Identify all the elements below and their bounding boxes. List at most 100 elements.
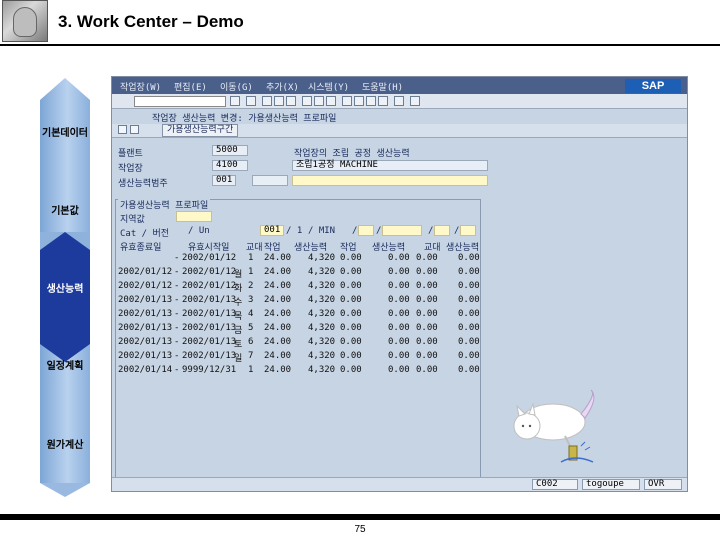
value-cell: 0.00 <box>340 365 362 375</box>
nav-item-scheduling[interactable]: 일정계획 <box>25 357 105 372</box>
company-logo <box>2 0 48 42</box>
valid-to-cell: 2002/01/13 <box>182 309 237 319</box>
capacity-cell: 4,320 <box>308 323 336 333</box>
value-cell: 0.00 <box>416 337 438 347</box>
hours-cell: 24.00 <box>264 281 292 291</box>
shift-cell: 4 <box>248 309 254 319</box>
table-row[interactable]: 2002/01/12 - 2002/01/12 월 1 24.00 4,320 … <box>112 265 682 280</box>
value-cell: 0.00 <box>388 281 410 291</box>
table-row[interactable]: 2002/01/13 - 2002/01/13 수 3 24.00 4,320 … <box>112 293 682 308</box>
shift-cell: 7 <box>248 351 254 361</box>
print-icon[interactable] <box>302 96 312 106</box>
menu-item[interactable]: 시스템(Y) <box>308 80 349 93</box>
new-session-icon[interactable] <box>394 96 404 106</box>
value-cell: 0.00 <box>340 267 362 277</box>
long-text-field[interactable] <box>292 175 488 186</box>
last-page-icon[interactable] <box>378 96 388 106</box>
shift-cell: 1 <box>248 365 254 375</box>
shift-cell: 1 <box>248 253 254 263</box>
slash-header: / <box>352 226 358 236</box>
menu-item[interactable]: 작업장(W) <box>120 80 161 93</box>
value-cell: 0.00 <box>458 365 480 375</box>
valid-to-cell: 2002/01/12 <box>182 281 237 291</box>
first-page-icon[interactable] <box>342 96 352 106</box>
value-cell: 0.00 <box>340 351 362 361</box>
slot-field[interactable] <box>358 225 374 236</box>
save-icon[interactable] <box>246 96 256 106</box>
capacity-cell: 4,320 <box>308 281 336 291</box>
value-cell: 0.00 <box>458 267 480 277</box>
slash-header: / <box>428 226 434 236</box>
server-status: togoupe <box>582 479 640 490</box>
active-version-field[interactable] <box>176 211 212 222</box>
table-row[interactable]: 2002/01/13 - 2002/01/13 일 7 24.00 4,320 … <box>112 349 682 364</box>
menu-item[interactable]: 편집(E) <box>174 80 207 93</box>
slot-field[interactable] <box>460 225 476 236</box>
value-cell: 0.00 <box>388 309 410 319</box>
shift-cell: 3 <box>248 295 254 305</box>
table-row[interactable]: 2002/01/14 - 9999/12/31 1 24.00 4,320 0.… <box>112 363 682 377</box>
toolbar <box>112 94 687 109</box>
nav-item-capacity[interactable]: 생산능력 <box>25 280 105 295</box>
cancel-icon[interactable] <box>286 96 296 106</box>
input-mode-status[interactable]: OVR <box>644 479 682 490</box>
workcenter-field: 4100 <box>212 160 248 171</box>
hours-cell: 24.00 <box>264 267 292 277</box>
help-icon[interactable] <box>410 96 420 106</box>
valid-to-cell: 2002/01/13 <box>182 323 237 333</box>
sap-logo: SAP <box>625 79 681 93</box>
valid-from-cell: 2002/01/13 <box>118 351 173 361</box>
capacity-cell: 4,320 <box>308 295 336 305</box>
capacity-cell: 4,320 <box>308 253 336 263</box>
value-cell: 0.00 <box>388 323 410 333</box>
exit-icon[interactable] <box>274 96 284 106</box>
value-cell: 0.00 <box>458 295 480 305</box>
slot-field[interactable] <box>382 225 422 236</box>
find-icon[interactable] <box>314 96 324 106</box>
slot-field[interactable] <box>434 225 450 236</box>
category-field[interactable]: 001 <box>260 225 284 236</box>
overview-icon[interactable] <box>130 125 139 134</box>
workcenter-label: 작업장 <box>118 164 143 174</box>
menu-item[interactable]: 이동(G) <box>220 80 253 93</box>
screen-title: 작업장 생산능력 변경: 가용생산능력 프로파일 <box>152 114 337 124</box>
value-cell: 0.00 <box>340 309 362 319</box>
table-row[interactable]: 2002/01/13 - 2002/01/13 금 5 24.00 4,320 … <box>112 321 682 336</box>
nav-item-basic-data[interactable]: 기본데이터 <box>25 124 105 139</box>
shift-cell: 2 <box>248 281 254 291</box>
top-divider <box>0 44 720 46</box>
value-cell: 0.00 <box>416 281 438 291</box>
nav-item-costing[interactable]: 원가계산 <box>25 436 105 451</box>
profile-group-title: 가용생산능력 프로파일 <box>118 198 211 211</box>
portrait-icon <box>13 7 37 37</box>
hours-cell: 24.00 <box>264 253 292 263</box>
command-field[interactable] <box>134 96 226 107</box>
table-row[interactable]: 2002/01/13 - 2002/01/13 토 6 24.00 4,320 … <box>112 335 682 350</box>
nav-item-defaults[interactable]: 기본값 <box>25 202 105 217</box>
value-cell: 0.00 <box>416 253 438 263</box>
table-row[interactable]: 2002/01/13 - 2002/01/13 목 4 24.00 4,320 … <box>112 307 682 322</box>
capacity-cell: 4,320 <box>308 337 336 347</box>
value-cell: 0.00 <box>340 337 362 347</box>
valid-to-cell: 9999/12/31 <box>182 365 237 375</box>
table-row[interactable]: - 2002/01/12 1 24.00 4,320 0.00 0.00 0.0… <box>112 251 682 265</box>
menu-item[interactable]: 추가(X) <box>266 80 299 93</box>
valid-from-cell: 2002/01/13 <box>118 295 173 305</box>
capacity-cell: 4,320 <box>308 267 336 277</box>
back-icon[interactable] <box>262 96 272 106</box>
table-row[interactable]: 2002/01/12 - 2002/01/12 화 2 24.00 4,320 … <box>112 279 682 294</box>
bottom-divider <box>0 514 720 520</box>
valid-to-cell: 2002/01/13 <box>182 337 237 347</box>
value-cell: 0.00 <box>388 267 410 277</box>
prev-page-icon[interactable] <box>354 96 364 106</box>
tab-capacity-intervals[interactable]: 가용생산능력구간 <box>162 124 239 137</box>
valid-from-cell: 2002/01/12 <box>118 267 173 277</box>
enter-icon[interactable] <box>230 96 240 106</box>
value-cell: 0.00 <box>458 281 480 291</box>
nav-notch <box>40 78 90 100</box>
find-next-icon[interactable] <box>326 96 336 106</box>
nav-active-notch <box>40 232 90 250</box>
detail-icon[interactable] <box>118 125 127 134</box>
next-page-icon[interactable] <box>366 96 376 106</box>
menu-item[interactable]: 도움말(H) <box>362 80 403 93</box>
